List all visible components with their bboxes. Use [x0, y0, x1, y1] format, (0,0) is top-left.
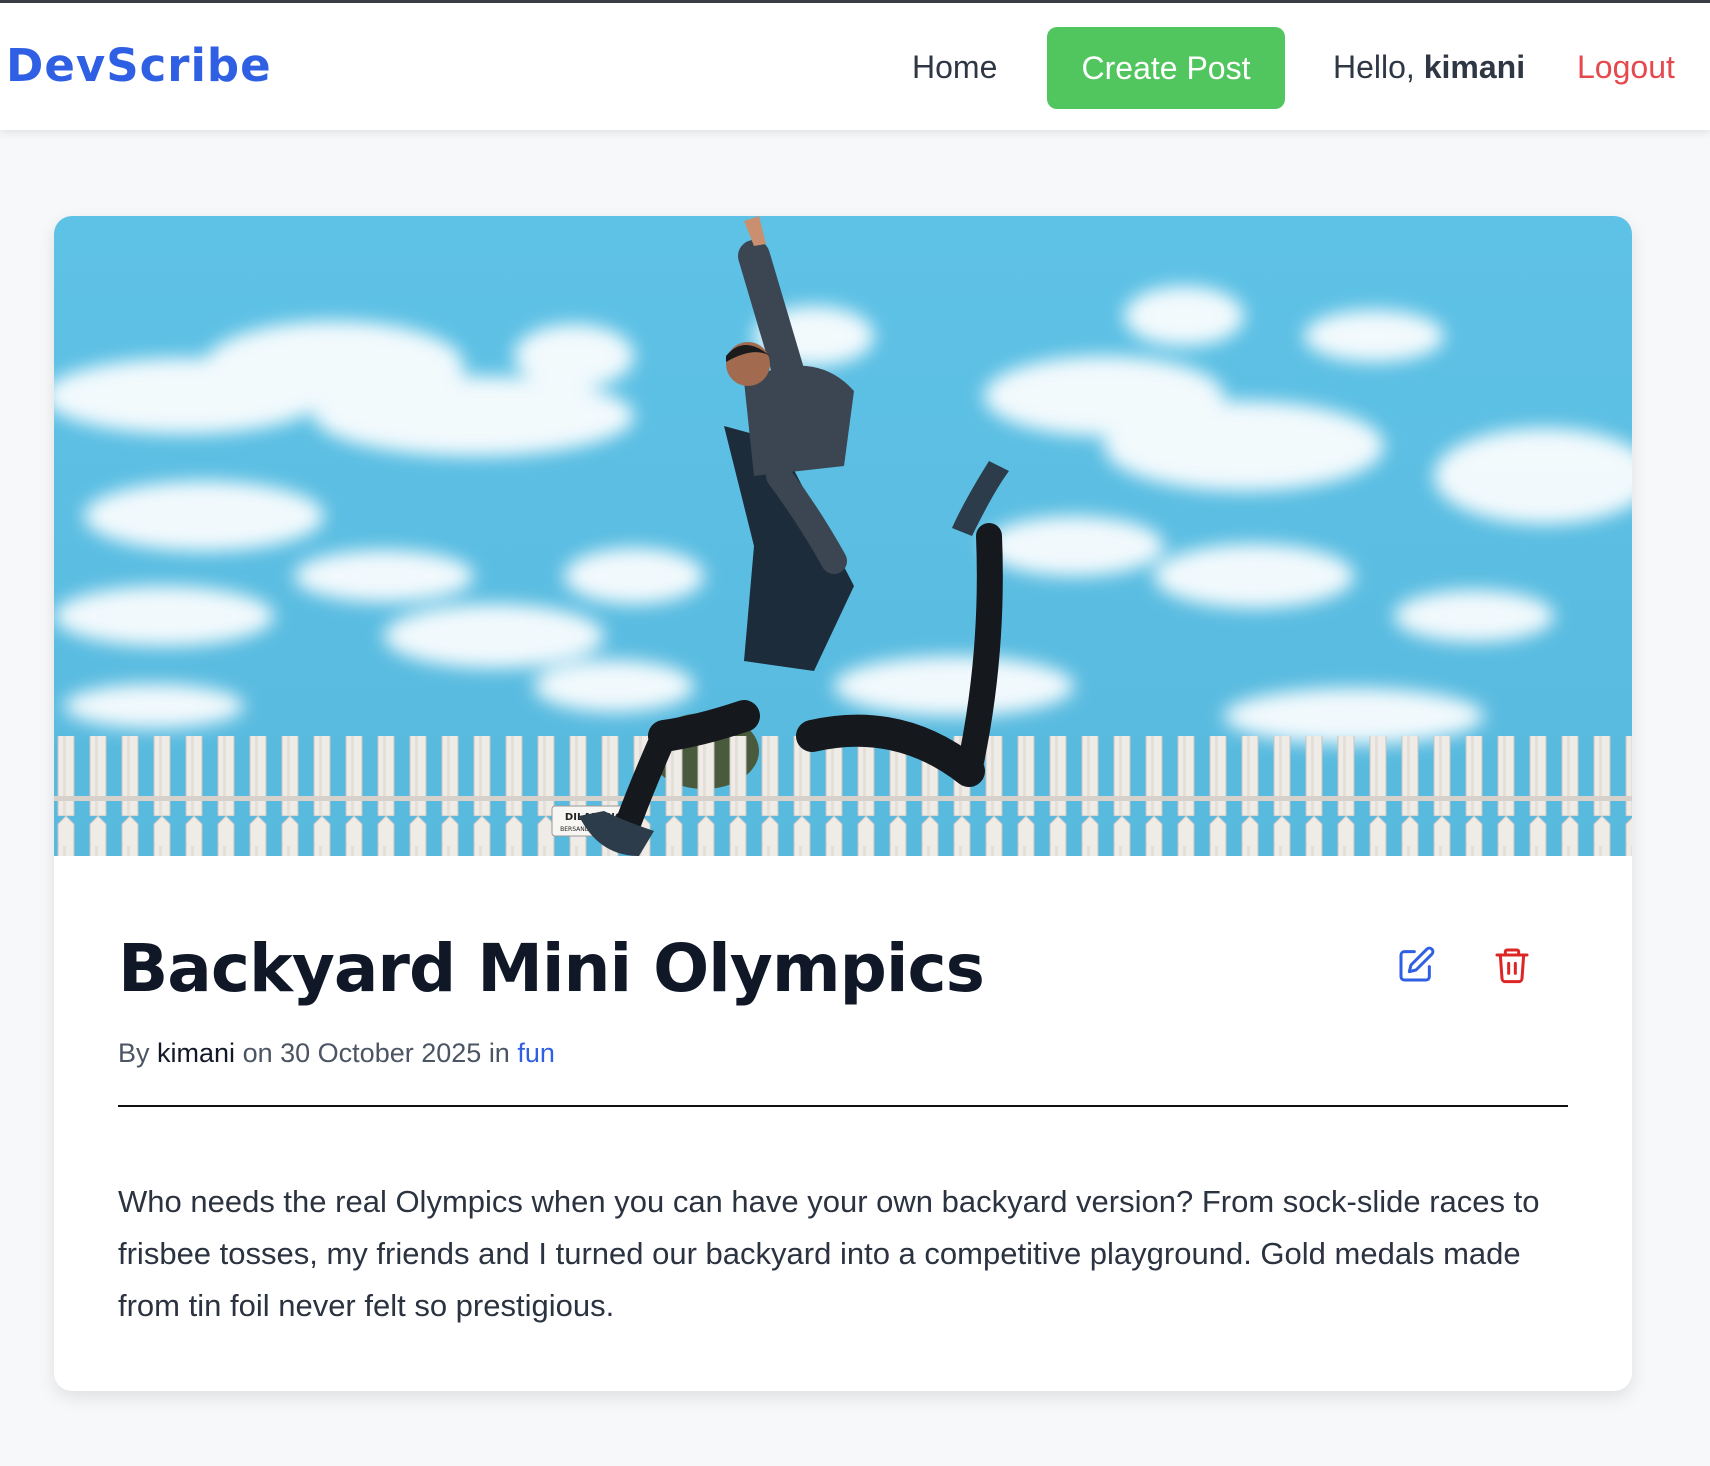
post-card: DILARANG BERSANDAR DI PAGAR Backyard Min…	[54, 216, 1632, 1391]
create-post-button[interactable]: Create Post	[1047, 27, 1285, 109]
navbar: DevScribe Home Create Post Hello, kimani…	[0, 0, 1710, 130]
nav-home-link[interactable]: Home	[912, 49, 997, 86]
post-content: Who needs the real Olympics when you can…	[118, 1184, 1540, 1323]
post-title: Backyard Mini Olympics	[118, 930, 985, 1007]
logout-link[interactable]: Logout	[1577, 49, 1675, 86]
delete-post-button[interactable]	[1485, 938, 1539, 992]
post-date: 30 October 2025	[280, 1038, 482, 1068]
greeting-text: Hello,	[1333, 49, 1415, 85]
meta-in: in	[488, 1038, 510, 1068]
meta-on: on	[242, 1038, 273, 1068]
trash-icon	[1495, 948, 1529, 984]
page: DevScribe Home Create Post Hello, kimani…	[0, 0, 1710, 1466]
meta-by: By	[118, 1038, 150, 1068]
post-author: kimani	[157, 1038, 236, 1068]
brand-logo[interactable]: DevScribe	[6, 39, 272, 92]
meta-divider	[118, 1105, 1568, 1107]
post-cover-image: DILARANG BERSANDAR DI PAGAR	[54, 216, 1632, 856]
user-greeting: Hello, kimani	[1333, 49, 1525, 86]
post-category-link[interactable]: fun	[517, 1038, 555, 1068]
edit-icon	[1399, 946, 1435, 982]
edit-post-button[interactable]	[1389, 938, 1443, 992]
greeting-username: kimani	[1423, 49, 1526, 85]
post-meta: By kimani on 30 October 2025 in fun	[118, 1038, 555, 1069]
